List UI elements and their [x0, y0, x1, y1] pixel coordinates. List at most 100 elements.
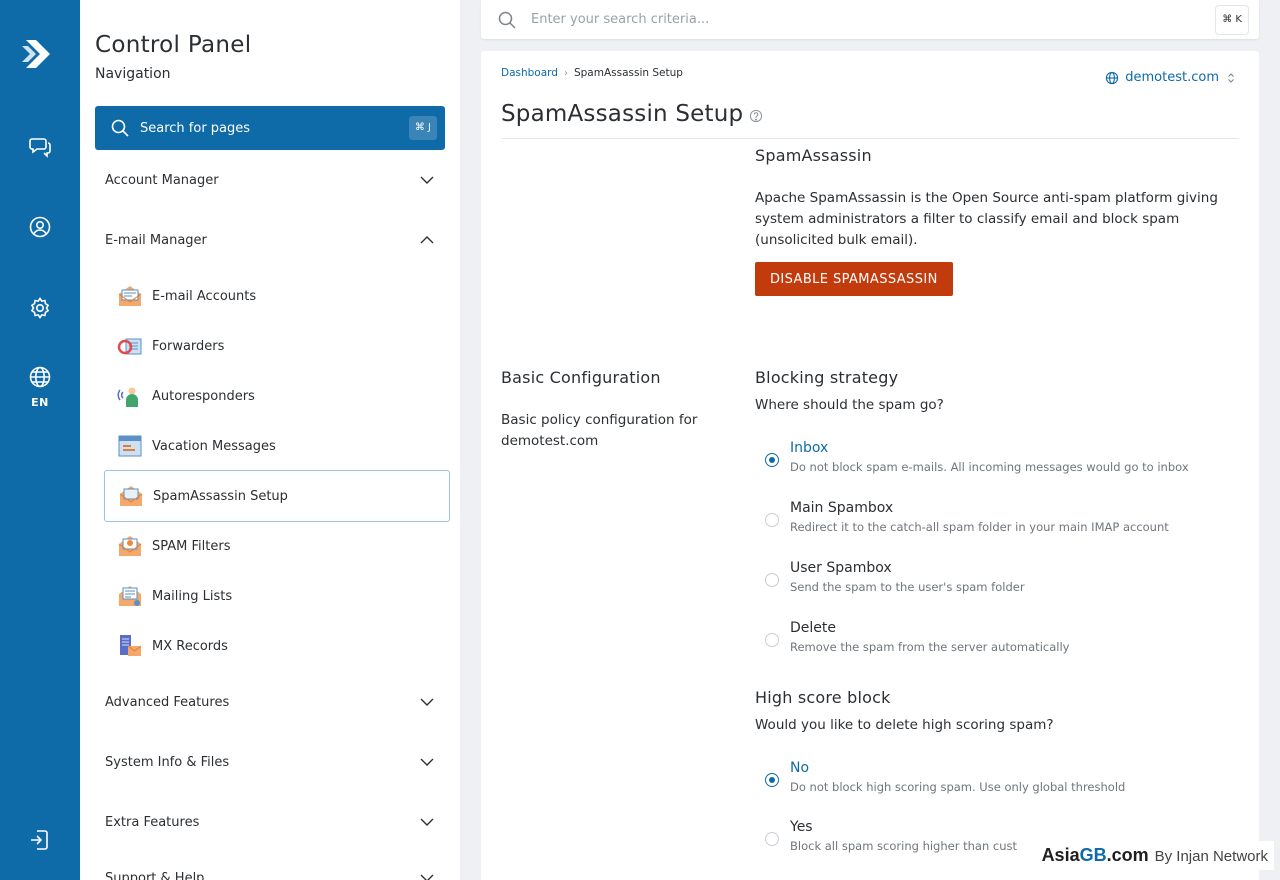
- section-support-help[interactable]: Support & Help: [105, 866, 435, 880]
- navigation-panel: Control Panel Navigation Search for page…: [80, 0, 460, 880]
- nav-item-label: SpamAssassin Setup: [153, 488, 288, 504]
- logo-icon[interactable]: [20, 34, 60, 74]
- radio-blocking-user-spambox[interactable]: User Spambox Send the spam to the user's…: [755, 560, 1235, 600]
- nav-item-mx-records[interactable]: MX Records: [104, 620, 450, 672]
- section-system-info-files[interactable]: System Info & Files: [105, 750, 435, 774]
- radio-button[interactable]: [765, 513, 779, 527]
- section-extra-features[interactable]: Extra Features: [105, 810, 435, 834]
- breadcrumb-current: SpamAssassin Setup: [573, 67, 683, 79]
- section-email-manager[interactable]: E-mail Manager: [105, 228, 435, 252]
- icon-rail: EN: [0, 0, 80, 880]
- logout-icon[interactable]: [24, 824, 56, 856]
- section-label: Extra Features: [105, 814, 200, 830]
- nav-item-vacation-messages[interactable]: Vacation Messages: [104, 420, 450, 472]
- radio-label: Delete: [790, 620, 836, 636]
- chevron-down-icon: [420, 176, 434, 184]
- nav-subtitle: Navigation: [95, 66, 171, 82]
- basic-config-heading: Basic Configuration: [501, 368, 661, 387]
- section-label: System Info & Files: [105, 754, 230, 770]
- watermark-tagline: By Injan Network: [1154, 848, 1268, 865]
- radio-blocking-main-spambox[interactable]: Main Spambox Redirect it to the catch-al…: [755, 500, 1235, 540]
- high-score-question: Would you like to delete high scoring sp…: [755, 717, 1054, 733]
- nav-item-label: SPAM Filters: [152, 538, 231, 554]
- search-pages-label: Search for pages: [140, 120, 251, 136]
- email-accounts-icon: [118, 286, 142, 306]
- nav-item-label: Autoresponders: [152, 388, 255, 404]
- radio-description: Do not block high scoring spam. Use only…: [790, 780, 1126, 794]
- autoresponders-icon: [117, 387, 138, 407]
- section-account-manager[interactable]: Account Manager: [105, 168, 435, 192]
- nav-item-label: E-mail Accounts: [152, 288, 257, 304]
- radio-description: Block all spam scoring higher than cust: [790, 839, 1017, 853]
- disable-spamassassin-button[interactable]: DISABLE SPAMASSASSIN: [755, 262, 953, 296]
- title-divider: [501, 138, 1239, 139]
- domain-selector-value: demotest.com: [1125, 70, 1219, 85]
- spamassassin-heading: SpamAssassin: [755, 146, 872, 165]
- nav-item-label: Vacation Messages: [152, 438, 276, 454]
- messages-icon[interactable]: [24, 130, 56, 162]
- nav-item-autoresponders[interactable]: Autoresponders: [104, 370, 450, 422]
- search-icon: [111, 119, 129, 137]
- domain-selector[interactable]: demotest.com: [1105, 70, 1237, 85]
- radio-description: Remove the spam from the server automati…: [790, 640, 1070, 654]
- chevron-up-icon: [420, 236, 434, 244]
- help-icon[interactable]: [749, 109, 763, 123]
- section-label: Support & Help: [105, 870, 205, 880]
- spamassassin-description: Apache SpamAssassin is the Open Source a…: [755, 190, 1218, 248]
- nav-item-spamassassin-setup[interactable]: SpamAssassin Setup: [104, 470, 450, 522]
- language-label[interactable]: EN: [0, 396, 80, 409]
- global-search-shortcut: ⌘ K: [1215, 5, 1249, 35]
- page-title: SpamAssassin Setup: [501, 101, 763, 127]
- nav-item-spam-filters[interactable]: SPAM Filters: [104, 520, 450, 572]
- mailing-lists-icon: [119, 586, 141, 606]
- radio-description: Redirect it to the catch-all spam folder…: [790, 520, 1169, 534]
- radio-label: User Spambox: [790, 560, 892, 576]
- watermark-part1: Asia: [1041, 845, 1080, 865]
- radio-label: Yes: [790, 819, 813, 835]
- nav-item-label: Mailing Lists: [152, 588, 233, 604]
- nav-item-label: MX Records: [152, 638, 228, 654]
- radio-blocking-inbox[interactable]: Inbox Do not block spam e-mails. All inc…: [755, 440, 1235, 480]
- radio-button[interactable]: [765, 453, 779, 467]
- chevron-down-icon: [420, 874, 434, 880]
- gear-icon[interactable]: [24, 292, 56, 324]
- radio-blocking-delete[interactable]: Delete Remove the spam from the server a…: [755, 620, 1235, 660]
- radio-button[interactable]: [765, 573, 779, 587]
- radio-description: Do not block spam e-mails. All incoming …: [790, 460, 1189, 474]
- chevron-up-down-icon: [1228, 72, 1234, 83]
- nav-item-email-accounts[interactable]: E-mail Accounts: [104, 270, 450, 322]
- search-pages-button[interactable]: Search for pages ⌘ J: [95, 106, 445, 150]
- content-card: Dashboard › SpamAssassin Setup demotest.…: [481, 51, 1259, 880]
- mx-records-icon: [120, 635, 142, 656]
- basic-config-description: Basic policy configuration for demotest.…: [501, 412, 698, 449]
- blocking-strategy-heading: Blocking strategy: [755, 368, 899, 387]
- breadcrumb: Dashboard › SpamAssassin Setup: [501, 67, 683, 79]
- radio-label: Main Spambox: [790, 500, 894, 516]
- nav-item-mailing-lists[interactable]: Mailing Lists: [104, 570, 450, 622]
- nav-item-forwarders[interactable]: Forwarders: [104, 320, 450, 372]
- radio-button[interactable]: [765, 832, 779, 846]
- search-pages-shortcut: ⌘ J: [408, 116, 437, 140]
- globe-icon[interactable]: [24, 361, 56, 393]
- section-label: E-mail Manager: [105, 232, 207, 248]
- nav-item-label: Forwarders: [152, 338, 225, 354]
- radio-highscore-no[interactable]: No Do not block high scoring spam. Use o…: [755, 760, 1235, 800]
- global-search-bar: ⌘ K: [481, 0, 1259, 39]
- chevron-down-icon: [420, 698, 434, 706]
- high-score-heading: High score block: [755, 688, 891, 707]
- chevron-down-icon: [420, 758, 434, 766]
- radio-description: Send the spam to the user's spam folder: [790, 580, 1025, 594]
- section-label: Advanced Features: [105, 694, 230, 710]
- chevron-down-icon: [420, 818, 434, 826]
- radio-button[interactable]: [765, 773, 779, 787]
- radio-label: No: [790, 760, 810, 776]
- global-search-input[interactable]: [531, 12, 1171, 27]
- page-title-text: SpamAssassin Setup: [501, 101, 744, 127]
- radio-button[interactable]: [765, 633, 779, 647]
- breadcrumb-dashboard-link[interactable]: Dashboard: [501, 67, 558, 79]
- watermark-part2: GB: [1079, 845, 1107, 865]
- section-advanced-features[interactable]: Advanced Features: [105, 690, 435, 714]
- nav-title: Control Panel: [95, 32, 252, 58]
- user-icon[interactable]: [24, 211, 56, 243]
- chevron-right-icon: ›: [563, 67, 568, 79]
